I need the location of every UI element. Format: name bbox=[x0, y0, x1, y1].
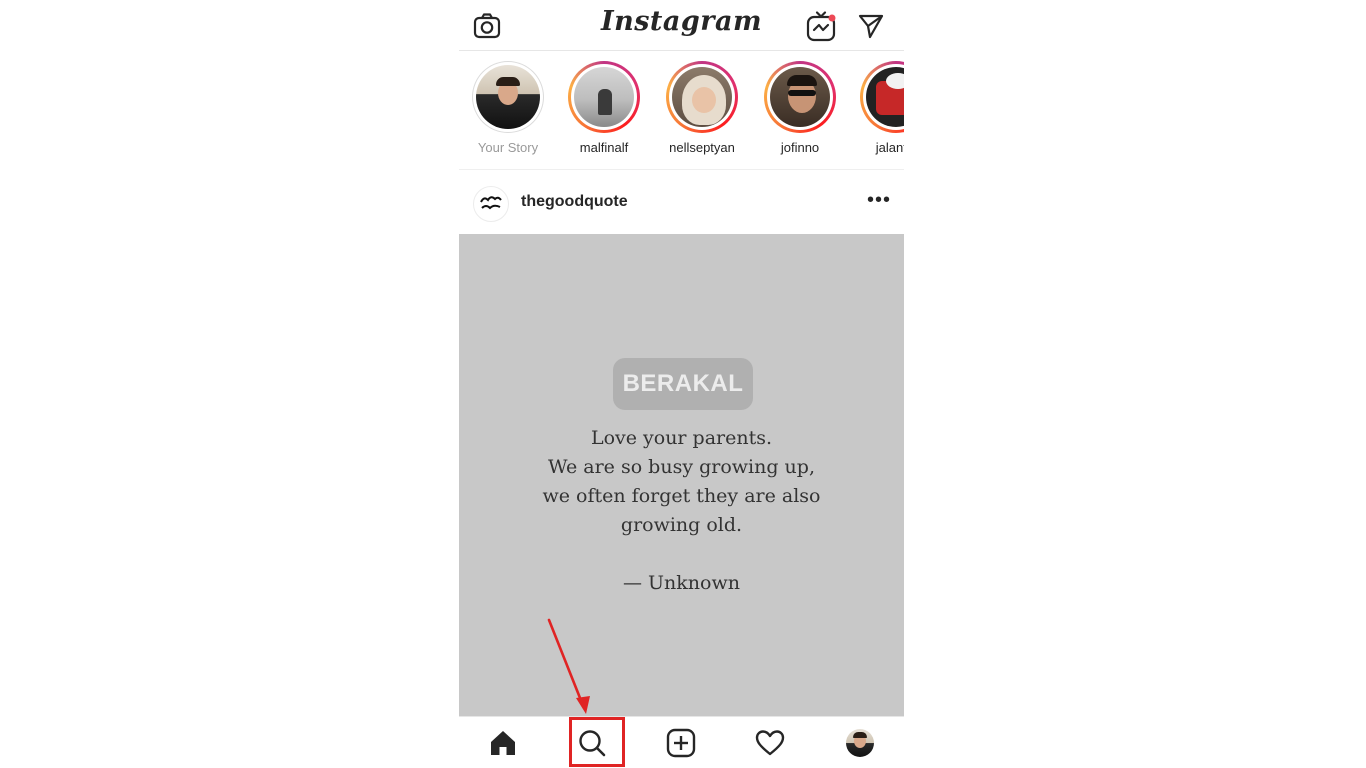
igtv-icon[interactable] bbox=[806, 10, 836, 42]
home-icon bbox=[491, 731, 515, 755]
avatar bbox=[574, 67, 634, 127]
story-ring bbox=[860, 61, 904, 133]
post-author-avatar[interactable] bbox=[473, 186, 509, 222]
story-ring bbox=[666, 61, 738, 133]
bottom-nav bbox=[459, 716, 904, 768]
story-label: Your Story bbox=[477, 140, 539, 155]
nav-profile[interactable] bbox=[844, 727, 876, 759]
search-highlight-box bbox=[569, 717, 625, 767]
stories-tray: Your Story malfinalf nellseptyan jofinno… bbox=[459, 51, 904, 170]
quote-text: Love your parents. We are so busy growin… bbox=[459, 424, 904, 598]
story-jalantik[interactable]: jalantik bbox=[851, 61, 904, 155]
direct-send-icon[interactable] bbox=[857, 12, 885, 40]
story-ring bbox=[764, 61, 836, 133]
top-bar: Instagram bbox=[459, 0, 904, 51]
profile-avatar bbox=[846, 729, 874, 757]
avatar bbox=[672, 67, 732, 127]
instagram-app: Instagram Your Story malfinalf nellsepty… bbox=[459, 0, 904, 768]
watermark-badge: BERAKAL bbox=[613, 358, 753, 410]
quote-line: Love your parents. bbox=[590, 427, 773, 449]
post-header: thegoodquote ••• bbox=[459, 171, 904, 233]
nav-home[interactable] bbox=[487, 727, 519, 759]
story-label: jofinno bbox=[780, 140, 820, 155]
plus-square-icon bbox=[666, 728, 696, 758]
quote-author: — Unknown bbox=[623, 572, 740, 594]
quote-line: we often forget they are also bbox=[542, 485, 821, 507]
app-logo: Instagram bbox=[600, 6, 763, 37]
story-label: jalantik bbox=[875, 140, 904, 155]
nav-activity[interactable] bbox=[754, 727, 786, 759]
post-username[interactable]: thegoodquote bbox=[521, 193, 628, 211]
quote-line: We are so busy growing up, bbox=[547, 456, 815, 478]
story-ring bbox=[568, 61, 640, 133]
post-image[interactable]: BERAKAL Love your parents. We are so bus… bbox=[459, 234, 904, 716]
avatar bbox=[866, 67, 904, 127]
avatar bbox=[770, 67, 830, 127]
story-label: nellseptyan bbox=[669, 140, 735, 155]
thegoodquote-logo-icon bbox=[480, 196, 502, 210]
more-options-icon[interactable]: ••• bbox=[867, 189, 891, 212]
story-jofinno[interactable]: jofinno bbox=[755, 61, 845, 155]
story-ring bbox=[472, 61, 544, 133]
story-nellseptyan[interactable]: nellseptyan bbox=[657, 61, 747, 155]
avatar bbox=[476, 65, 540, 129]
quote-line: growing old. bbox=[620, 514, 743, 536]
nav-new-post[interactable] bbox=[665, 727, 697, 759]
story-malfinalf[interactable]: malfinalf bbox=[559, 61, 649, 155]
story-your-story[interactable]: Your Story bbox=[463, 61, 553, 155]
annotation-arrow-icon bbox=[547, 618, 590, 714]
story-label: malfinalf bbox=[579, 140, 629, 155]
heart-icon bbox=[755, 730, 785, 756]
